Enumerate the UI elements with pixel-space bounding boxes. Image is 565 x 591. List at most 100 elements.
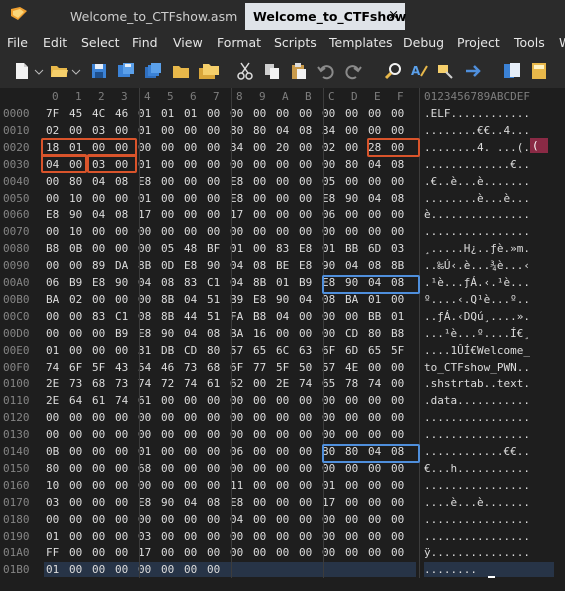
hex-byte[interactable]: 00	[391, 175, 404, 188]
hex-byte[interactable]: 00	[92, 411, 105, 424]
hex-byte[interactable]: 8B	[253, 276, 266, 289]
hex-byte[interactable]: 00	[253, 107, 266, 120]
hex-byte[interactable]: 73	[69, 377, 82, 390]
hex-byte[interactable]: 04	[368, 192, 381, 205]
hex-byte[interactable]: 00	[161, 158, 174, 171]
hex-byte[interactable]: 00	[299, 513, 312, 526]
hex-byte[interactable]: 02	[46, 124, 59, 137]
hex-byte[interactable]: 90	[115, 276, 128, 289]
hex-byte[interactable]: 00	[253, 242, 266, 255]
hex-byte[interactable]: 00	[115, 563, 128, 576]
hex-byte[interactable]: 51	[207, 310, 220, 323]
hex-byte[interactable]: 00	[161, 513, 174, 526]
hex-byte[interactable]: 00	[253, 513, 266, 526]
hex-byte[interactable]: 00	[345, 496, 358, 509]
menu-window[interactable]: W	[559, 35, 565, 50]
folder-stack-icon[interactable]	[198, 62, 220, 80]
hex-byte[interactable]: 02	[69, 293, 82, 306]
menu-edit[interactable]: Edit	[43, 35, 67, 50]
hex-byte[interactable]: 51	[207, 293, 220, 306]
hex-byte[interactable]: 89	[92, 259, 105, 272]
hex-byte[interactable]: 00	[345, 208, 358, 221]
hex-byte[interactable]: 00	[276, 479, 289, 492]
menu-select[interactable]: Select	[81, 35, 120, 50]
hex-byte[interactable]: E8	[92, 276, 105, 289]
ascii-column[interactable]: .¹è...ƒÁ.‹.¹è...	[424, 276, 530, 289]
menu-debug[interactable]: Debug	[403, 35, 444, 50]
hex-byte[interactable]: 83	[184, 276, 197, 289]
hex-byte[interactable]: 00	[299, 225, 312, 238]
hex-byte[interactable]: 0B	[46, 445, 59, 458]
hex-byte[interactable]: 00	[69, 124, 82, 137]
hex-byte[interactable]: 6C	[276, 344, 289, 357]
hex-byte[interactable]: 80	[69, 175, 82, 188]
hex-byte[interactable]: 00	[345, 124, 358, 137]
ascii-column[interactable]: ................	[424, 428, 530, 441]
hex-byte[interactable]: 00	[115, 344, 128, 357]
hex-byte[interactable]: 00	[115, 530, 128, 543]
ascii-column[interactable]: €...h...........	[424, 462, 530, 475]
hex-byte[interactable]: 01	[276, 276, 289, 289]
hex-byte[interactable]: 00	[115, 513, 128, 526]
hex-byte[interactable]: 00	[253, 462, 266, 475]
hex-byte[interactable]: 03	[391, 242, 404, 255]
hex-byte[interactable]: 73	[115, 377, 128, 390]
hex-byte[interactable]: 00	[345, 479, 358, 492]
hex-byte[interactable]: 00	[69, 513, 82, 526]
hex-byte[interactable]: 00	[161, 428, 174, 441]
ascii-column[interactable]: ................	[424, 530, 530, 543]
hex-byte[interactable]: 00	[207, 107, 220, 120]
tab-asm-file[interactable]: Welcome_to_CTFshow.asm	[40, 3, 240, 30]
hex-byte[interactable]: 00	[299, 546, 312, 559]
hex-byte[interactable]: 00	[161, 394, 174, 407]
hex-byte[interactable]: 00	[368, 530, 381, 543]
hex-byte[interactable]: 00	[299, 175, 312, 188]
hex-byte[interactable]: 00	[253, 546, 266, 559]
hex-byte[interactable]: C1	[207, 276, 220, 289]
hex-byte[interactable]: 01	[46, 344, 59, 357]
ascii-column[interactable]: ................	[424, 479, 530, 492]
hex-byte[interactable]: 00	[276, 428, 289, 441]
hex-byte[interactable]: 00	[345, 428, 358, 441]
ascii-column[interactable]: ....è...è.......	[424, 496, 530, 509]
hex-byte[interactable]: 00	[345, 175, 358, 188]
hex-byte[interactable]: BF	[207, 242, 220, 255]
hex-byte[interactable]: BA	[46, 293, 59, 306]
hex-byte[interactable]: 00	[115, 546, 128, 559]
hex-byte[interactable]: 00	[184, 546, 197, 559]
hex-byte[interactable]: 00	[69, 563, 82, 576]
compare-icon[interactable]	[503, 62, 521, 80]
hex-byte[interactable]: 00	[46, 259, 59, 272]
hex-byte[interactable]: 00	[276, 394, 289, 407]
hex-byte[interactable]: 00	[184, 141, 197, 154]
hex-byte[interactable]: 00	[207, 462, 220, 475]
hex-byte[interactable]: 00	[92, 192, 105, 205]
hex-byte[interactable]: 03	[92, 124, 105, 137]
ascii-column[interactable]: º....‹.Q¹è...º..	[424, 293, 530, 306]
hex-byte[interactable]: 00	[368, 208, 381, 221]
hex-byte[interactable]: 00	[46, 513, 59, 526]
hex-byte[interactable]: 44	[184, 310, 197, 323]
hex-byte[interactable]: 08	[253, 259, 266, 272]
dropdown-icon[interactable]	[71, 62, 81, 80]
hex-byte[interactable]: 00	[92, 344, 105, 357]
goto-icon[interactable]	[464, 62, 482, 80]
find-icon[interactable]	[384, 62, 402, 80]
ascii-column[interactable]: ........	[424, 563, 477, 576]
hex-byte[interactable]: 7F	[46, 107, 59, 120]
hex-byte[interactable]: 00	[299, 428, 312, 441]
hex-byte[interactable]: 80	[207, 344, 220, 357]
hex-byte[interactable]: B8	[253, 310, 266, 323]
hex-byte[interactable]: 00	[92, 563, 105, 576]
hex-byte[interactable]: 00	[115, 225, 128, 238]
hex-byte[interactable]: 45	[69, 107, 82, 120]
hex-byte[interactable]: 00	[92, 513, 105, 526]
hex-byte[interactable]: 04	[184, 293, 197, 306]
hex-byte[interactable]: 01	[368, 293, 381, 306]
ascii-column[interactable]: ¸.....H¿..ƒè.»m.	[424, 242, 530, 255]
hex-byte[interactable]: 00	[92, 445, 105, 458]
hex-byte[interactable]: 03	[46, 496, 59, 509]
hex-byte[interactable]: 00	[115, 445, 128, 458]
ascii-column[interactable]: .............€..	[424, 158, 530, 171]
hex-byte[interactable]: 6F	[69, 361, 82, 374]
